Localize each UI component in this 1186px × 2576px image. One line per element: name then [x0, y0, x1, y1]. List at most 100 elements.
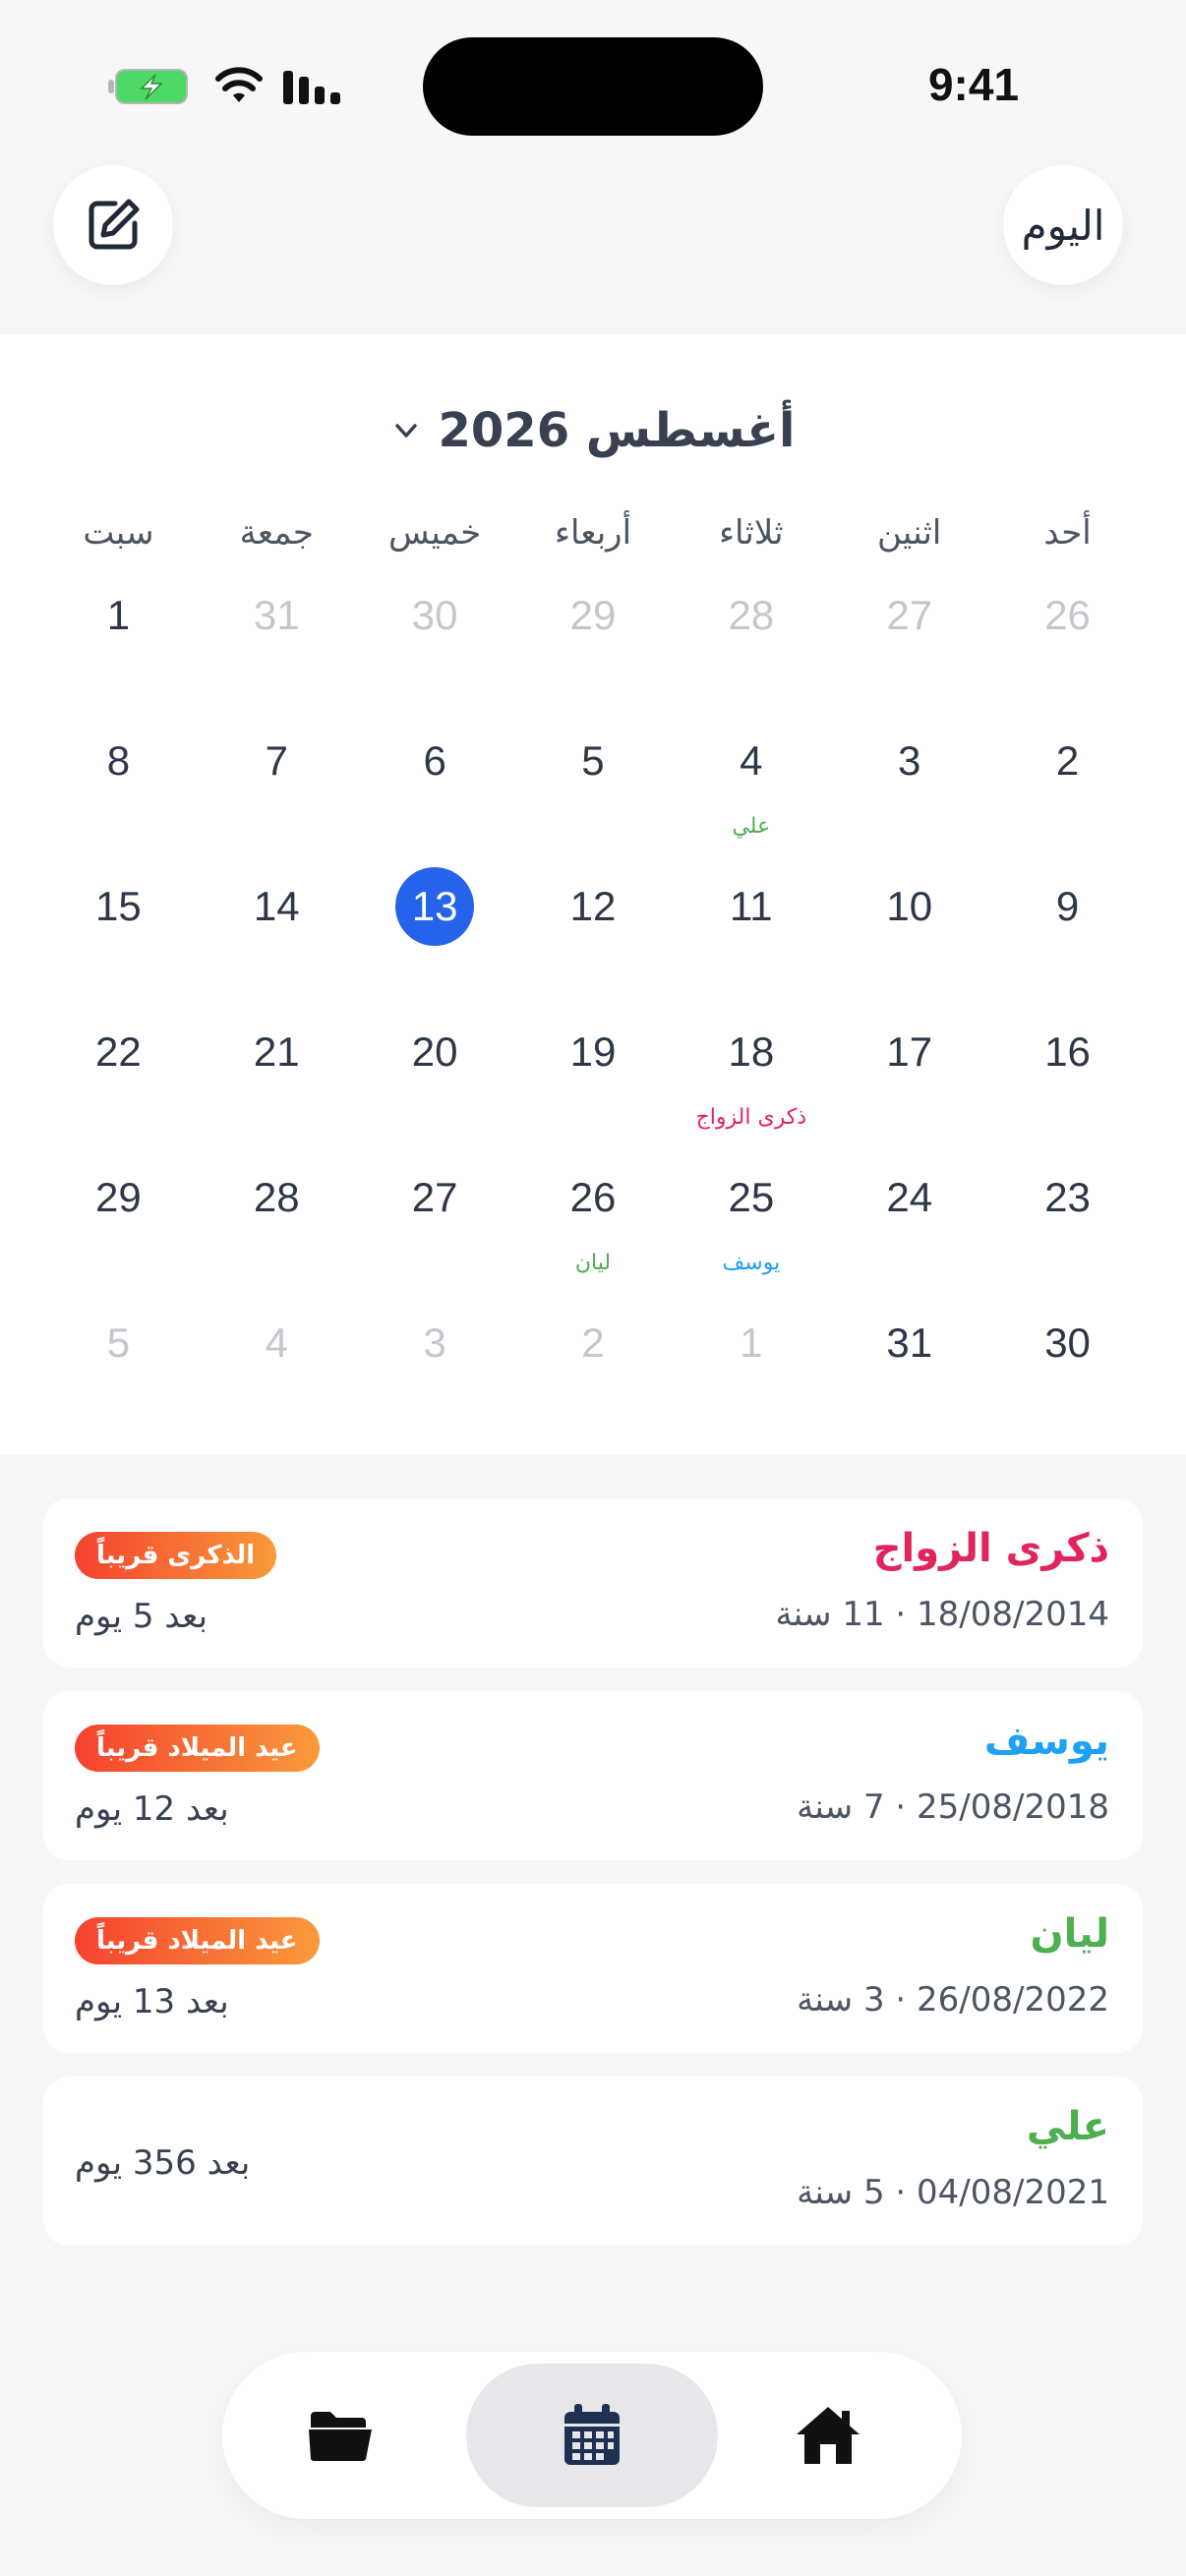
day-number: 15 — [95, 883, 142, 929]
day-number: 31 — [886, 1319, 933, 1366]
calendar-day[interactable]: 29 — [514, 562, 673, 708]
event-card[interactable]: يوسف 25/08/2018 · 7 سنة عيد الميلاد قريباً… — [43, 1691, 1143, 1860]
calendar-day[interactable]: 24 — [830, 1144, 988, 1290]
day-number: 10 — [886, 883, 933, 929]
calendar-day[interactable]: 31 — [198, 562, 356, 708]
day-number: 5 — [106, 1319, 131, 1366]
calendar-day[interactable]: 1 — [39, 562, 198, 708]
event-name: علي — [1026, 2104, 1109, 2149]
calendar-day[interactable]: 18 ذكرى الزواج — [672, 999, 830, 1144]
battery-charging-icon — [108, 69, 188, 104]
calendar-week: 9 10 11 12 13 14 15 — [39, 853, 1147, 999]
today-button[interactable]: اليوم — [1003, 165, 1123, 285]
day-number: 1 — [740, 1319, 763, 1366]
calendar-day[interactable]: 2 — [514, 1290, 673, 1435]
calendar-day[interactable]: 5 — [514, 708, 673, 853]
calendar-day[interactable]: 17 — [830, 999, 988, 1144]
day-number: 18 — [728, 1028, 775, 1075]
event-card[interactable]: علي 04/08/2021 · 5 سنة بعد 356 يوم — [43, 2077, 1143, 2246]
calendar: أغسطس 2026 أحد اثنين ثلاثاء أربعاء خميس جمعة س… — [0, 334, 1186, 1455]
day-number: 6 — [423, 737, 446, 784]
calendar-day[interactable]: 15 — [39, 853, 198, 999]
calendar-week: 16 17 18 ذكرى الزواج 19 20 21 22 — [39, 999, 1147, 1144]
calendar-day[interactable]: 31 — [830, 1290, 988, 1435]
calendar-week: 23 24 25 يوسف 26 ليان 27 28 29 — [39, 1144, 1147, 1290]
calendar-day[interactable]: 14 — [198, 853, 356, 999]
calendar-day[interactable]: 28 — [198, 1144, 356, 1290]
calendar-day[interactable]: 9 — [988, 853, 1147, 999]
edit-icon — [89, 199, 140, 250]
day-number: 13 — [395, 867, 475, 946]
calendar-day[interactable]: 5 — [39, 1290, 198, 1435]
nav-files-button[interactable] — [222, 2364, 458, 2507]
month-selector[interactable]: أغسطس 2026 — [0, 391, 1186, 470]
event-countdown: بعد 356 يوم — [75, 2143, 251, 2183]
day-number: 26 — [1044, 592, 1091, 638]
folder-icon — [309, 2412, 372, 2462]
calendar-day[interactable]: 6 — [356, 708, 514, 853]
cellular-signal-icon — [283, 71, 340, 104]
edit-button[interactable] — [53, 165, 173, 285]
calendar-week: 2 3 4 علي 5 6 7 8 — [39, 708, 1147, 853]
calendar-day[interactable]: 4 علي — [672, 708, 830, 853]
event-date-age: 04/08/2021 · 5 سنة — [797, 2173, 1109, 2212]
event-name: ليان — [1030, 1911, 1109, 1957]
calendar-day[interactable]: 26 ليان — [514, 1144, 673, 1290]
day-number: 2 — [1055, 737, 1080, 784]
calendar-day[interactable]: 20 — [356, 999, 514, 1144]
event-card[interactable]: ليان 26/08/2022 · 3 سنة عيد الميلاد قريباً… — [43, 1884, 1143, 2053]
nav-home-button[interactable] — [710, 2364, 946, 2507]
day-number: 27 — [411, 1174, 458, 1220]
day-number: 26 — [569, 1174, 617, 1220]
calendar-day[interactable]: 11 — [672, 853, 830, 999]
day-number: 7 — [265, 737, 288, 784]
nav-calendar-button[interactable] — [466, 2364, 718, 2507]
calendar-day[interactable]: 30 — [988, 1290, 1147, 1435]
calendar-day[interactable]: 1 — [672, 1290, 830, 1435]
calendar-day[interactable]: 22 — [39, 999, 198, 1144]
calendar-day[interactable]: 25 يوسف — [672, 1144, 830, 1290]
calendar-day[interactable]: 19 — [514, 999, 673, 1144]
day-number: 17 — [886, 1028, 933, 1075]
calendar-day[interactable]: 7 — [198, 708, 356, 853]
day-number: 2 — [581, 1319, 605, 1366]
day-number: 1 — [106, 592, 131, 638]
day-number: 28 — [253, 1174, 300, 1220]
calendar-day[interactable]: 30 — [356, 562, 514, 708]
event-name: يوسف — [983, 1719, 1109, 1764]
calendar-day[interactable]: 28 — [672, 562, 830, 708]
day-number: 5 — [581, 737, 605, 784]
calendar-day[interactable]: 16 — [988, 999, 1147, 1144]
calendar-day[interactable]: 3 — [356, 1290, 514, 1435]
calendar-day[interactable]: 10 — [830, 853, 988, 999]
calendar-day[interactable]: 12 — [514, 853, 673, 999]
calendar-day[interactable]: 29 — [39, 1144, 198, 1290]
calendar-icon — [564, 2404, 620, 2465]
calendar-day[interactable]: 8 — [39, 708, 198, 853]
month-title: أغسطس 2026 — [438, 403, 796, 458]
chevron-down-icon — [394, 424, 417, 438]
day-number: 8 — [106, 737, 131, 784]
calendar-day[interactable]: 3 — [830, 708, 988, 853]
day-number: 23 — [1044, 1174, 1091, 1220]
day-number: 25 — [728, 1174, 775, 1220]
event-date-age: 18/08/2014 · 11 سنة — [775, 1595, 1109, 1634]
calendar-day[interactable]: 23 — [988, 1144, 1147, 1290]
day-number: 11 — [730, 883, 773, 929]
calendar-day[interactable]: 2 — [988, 708, 1147, 853]
calendar-day[interactable]: 27 — [830, 562, 988, 708]
calendar-day[interactable]: 21 — [198, 999, 356, 1144]
event-card[interactable]: ذكرى الزواج 18/08/2014 · 11 سنة الذكرى قري… — [43, 1498, 1143, 1668]
calendar-day[interactable]: 4 — [198, 1290, 356, 1435]
day-number: 21 — [253, 1028, 300, 1075]
calendar-day[interactable]: 26 — [988, 562, 1147, 708]
day-number: 29 — [569, 592, 617, 638]
calendar-day-today[interactable]: 13 — [356, 853, 514, 999]
calendar-day[interactable]: 27 — [356, 1144, 514, 1290]
event-countdown: بعد 12 يوم — [75, 1789, 229, 1829]
day-number: 3 — [898, 737, 921, 784]
day-number: 4 — [740, 737, 763, 784]
day-number: 28 — [728, 592, 775, 638]
day-number: 20 — [411, 1028, 458, 1075]
calendar-grid: 26 27 28 29 30 31 1 2 3 4 علي 5 6 7 8 9 10 11 12 13 14 15 16 17… — [39, 562, 1147, 1435]
